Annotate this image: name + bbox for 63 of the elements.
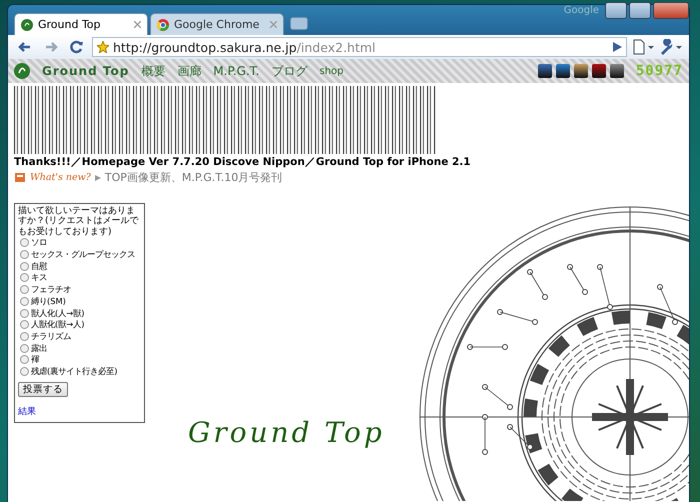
app-icon[interactable] — [556, 64, 570, 78]
radio-button[interactable] — [20, 320, 29, 330]
announcement-text: Thanks!!!／Homepage Ver 7.7.20 Discove Nippon／Ground Top for iPhone 2.1 — [14, 155, 471, 169]
close-tab-icon[interactable] — [270, 21, 277, 28]
favicon-icon — [21, 18, 33, 30]
new-tab-button[interactable] — [290, 17, 308, 30]
site-logo-icon[interactable] — [14, 63, 30, 79]
option-label: チラリズム — [31, 330, 71, 342]
radio-button[interactable] — [20, 296, 29, 306]
radio-button[interactable] — [20, 332, 29, 341]
radio-button[interactable] — [20, 355, 29, 364]
option-label: ソロ — [31, 237, 47, 248]
app-icon[interactable] — [610, 64, 624, 78]
radio-button[interactable] — [20, 344, 29, 353]
app-icon[interactable] — [592, 64, 606, 78]
radio-button[interactable] — [20, 262, 29, 271]
nav-link[interactable]: 概要 — [141, 62, 166, 80]
radio-button[interactable] — [20, 285, 29, 294]
nav-link[interactable]: 画廊 — [177, 62, 202, 80]
option-label: 残虐(裏サイト行き必至) — [31, 366, 118, 377]
close-button[interactable] — [653, 2, 689, 19]
option-label: セックス・グループセックス — [31, 249, 135, 260]
close-tab-icon[interactable] — [134, 21, 141, 28]
results-link[interactable]: 結果 — [18, 405, 142, 418]
triangle-icon — [94, 174, 101, 180]
nav-link[interactable]: Ground Top — [42, 64, 130, 78]
vote-button[interactable]: 投票する — [18, 382, 68, 398]
option-label: 自慰 — [31, 260, 47, 272]
option-label: 縛り(SM) — [31, 296, 66, 307]
news-text: TOP画像更新、M.P.G.T.10月号発刊 — [104, 170, 282, 185]
play-icon[interactable] — [612, 42, 622, 52]
option-label: 獣人化(人→獣) — [31, 308, 84, 318]
option-label: キス — [31, 272, 47, 284]
whats-new-label: What's new? — [30, 172, 91, 183]
maximize-button[interactable] — [629, 2, 651, 19]
option-label: 人獣化(獣→人) — [31, 319, 84, 330]
url-text: http://groundtop.sakura.ne.jp/index2.html — [113, 40, 376, 54]
visitor-counter: 50977 — [636, 63, 683, 79]
option-label: 褌 — [31, 354, 39, 366]
radio-button[interactable] — [20, 238, 29, 248]
window-brand: Google — [564, 5, 599, 16]
nav-link[interactable]: shop — [319, 66, 344, 76]
wrench-icon[interactable] — [659, 39, 683, 55]
address-bar[interactable]: http://groundtop.sakura.ne.jp/index2.html — [92, 37, 627, 57]
radio-button[interactable] — [20, 273, 29, 282]
radio-button[interactable] — [20, 366, 29, 376]
minimize-button[interactable] — [605, 2, 627, 19]
nav-link[interactable]: M.P.G.T. — [213, 64, 260, 78]
browser-tab[interactable]: Ground Top — [14, 13, 148, 35]
nav-link[interactable]: ブログ — [271, 62, 308, 80]
app-icon[interactable] — [574, 64, 588, 78]
favicon-icon — [157, 18, 169, 30]
app-icon[interactable] — [538, 64, 552, 78]
radio-button[interactable] — [20, 308, 29, 318]
site-title: Ground Top — [188, 416, 385, 449]
radio-button[interactable] — [20, 250, 29, 260]
star-icon[interactable] — [97, 41, 109, 53]
option-label: 露出 — [31, 342, 47, 354]
option-label: フェラチオ — [31, 284, 71, 296]
news-icon — [14, 172, 26, 183]
browser-tab[interactable]: Google Chrome — [150, 13, 284, 35]
poll-question: 描いて欲しいテーマはありますか？(リクエストはメールでもお受けしております) — [18, 206, 140, 238]
page-menu-icon[interactable] — [631, 39, 655, 55]
